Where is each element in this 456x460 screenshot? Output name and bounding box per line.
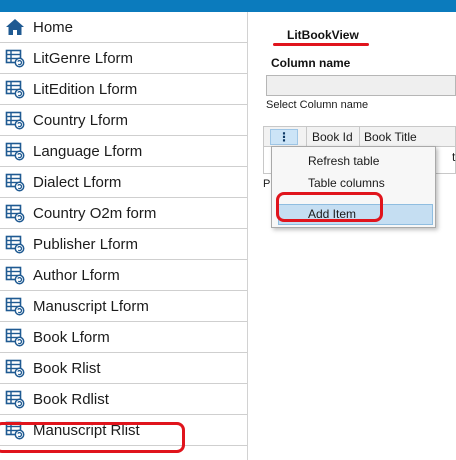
sidebar-item-label: Book Rdlist xyxy=(33,390,109,408)
form-refresh-icon xyxy=(5,265,25,285)
form-refresh-icon xyxy=(5,141,25,161)
form-refresh-icon xyxy=(5,79,25,99)
sidebar-item-book-rlist[interactable]: Book Rlist xyxy=(0,353,247,384)
sidebar-item-label: Author Lform xyxy=(33,266,120,284)
form-refresh-icon xyxy=(5,203,25,223)
title-bar xyxy=(0,0,456,12)
sidebar-item-label: Country O2m form xyxy=(33,204,157,222)
sidebar-item-label: Publisher Lform xyxy=(33,235,139,253)
form-refresh-icon xyxy=(5,48,25,68)
sidebar-item-label: Home xyxy=(33,18,74,36)
grid-menu-button[interactable]: ⋮ xyxy=(270,129,298,145)
form-refresh-icon xyxy=(5,234,25,254)
form-refresh-icon xyxy=(5,327,25,347)
sidebar-nav: Home LitGenre Lform LitEdition Lform Cou… xyxy=(0,12,248,460)
sidebar-item-author-lform[interactable]: Author Lform xyxy=(0,260,247,291)
sidebar-item-label: Language Lform xyxy=(33,142,143,160)
sidebar-item-label: LitEdition Lform xyxy=(33,80,138,98)
grid-header-row: ⋮ Book Id Book Title xyxy=(264,127,455,147)
sidebar-item-country-lform[interactable]: Country Lform xyxy=(0,105,247,136)
form-refresh-icon xyxy=(5,358,25,378)
sidebar-item-dialect-lform[interactable]: Dialect Lform xyxy=(0,167,247,198)
form-refresh-icon xyxy=(5,110,25,130)
column-header-book-title[interactable]: Book Title xyxy=(359,127,417,147)
sidebar-item-label: Country Lform xyxy=(33,111,129,129)
sidebar-item-litgenre-lform[interactable]: LitGenre Lform xyxy=(0,43,247,74)
column-name-label: Column name xyxy=(271,56,351,70)
column-name-select[interactable] xyxy=(266,75,456,96)
highlight-ring-add-item xyxy=(276,192,383,222)
sidebar-item-litedition-lform[interactable]: LitEdition Lform xyxy=(0,74,247,105)
main-panel: LitBookView Column name Select Column na… xyxy=(249,12,456,460)
sidebar-item-label: LitGenre Lform xyxy=(33,49,134,67)
grid-cell[interactable]: the xyxy=(452,150,456,164)
highlight-ring-manuscript-rlist xyxy=(0,422,185,453)
menu-item-table-columns[interactable]: Table columns xyxy=(278,173,433,194)
sidebar-item-label: Book Rlist xyxy=(33,359,101,377)
title-underline-mark xyxy=(273,43,369,46)
sidebar-item-language-lform[interactable]: Language Lform xyxy=(0,136,247,167)
form-refresh-icon xyxy=(5,389,25,409)
page-title: LitBookView xyxy=(287,28,359,42)
sidebar-item-manuscript-lform[interactable]: Manuscript Lform xyxy=(0,291,247,322)
home-icon xyxy=(5,17,25,37)
form-refresh-icon xyxy=(5,296,25,316)
column-header-book-id[interactable]: Book Id xyxy=(306,127,353,147)
sidebar-item-publisher-lform[interactable]: Publisher Lform xyxy=(0,229,247,260)
sidebar-item-book-rdlist[interactable]: Book Rdlist xyxy=(0,384,247,415)
sidebar-item-label: Manuscript Lform xyxy=(33,297,149,315)
partial-label: P xyxy=(263,178,271,190)
sidebar-item-book-lform[interactable]: Book Lform xyxy=(0,322,247,353)
sidebar-item-country-o2m-form[interactable]: Country O2m form xyxy=(0,198,247,229)
sidebar-item-label: Book Lform xyxy=(33,328,110,346)
column-name-hint: Select Column name xyxy=(266,99,369,111)
sidebar-item-label: Dialect Lform xyxy=(33,173,122,191)
sidebar-item-home[interactable]: Home xyxy=(0,12,247,43)
menu-item-refresh-table[interactable]: Refresh table xyxy=(278,151,433,172)
form-refresh-icon xyxy=(5,172,25,192)
